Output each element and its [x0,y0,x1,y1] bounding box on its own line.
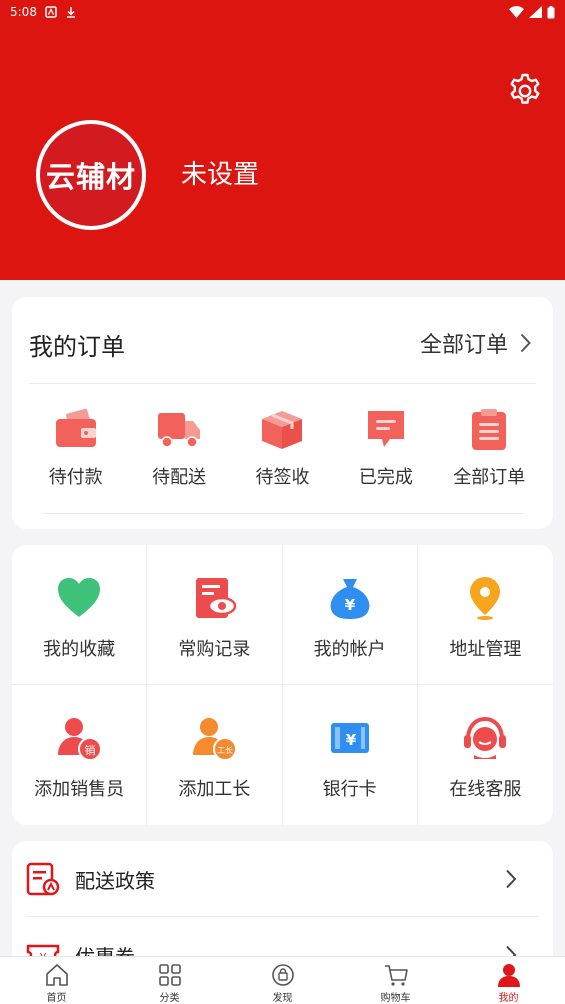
svg-text:¥: ¥ [345,731,356,749]
avatar-logo-text: 云辅材 [45,160,136,194]
message-icon [367,411,404,447]
nav-label: 发现 [272,993,293,1004]
category-icon [158,964,181,986]
bank-card-icon: ¥ [330,723,369,753]
grid-item-label: 添加工长 [178,779,251,800]
nav-label: 分类 [159,993,180,1004]
salesperson-icon: 销 [58,718,103,761]
services-grid-card: 我的收藏 常购记录 ¥ 我的帐户 地址管理 销 添加销售员 工长 添加工长 ¥ … [12,545,553,825]
wallet-icon [55,408,96,447]
order-status-completed[interactable]: 已完成 [342,407,430,489]
nav-profile[interactable]: 我的 [452,957,565,1004]
cart-icon [384,965,408,986]
heart-icon [58,578,101,617]
grid-item-label: 常购记录 [178,639,251,660]
nav-cart[interactable]: 购物车 [339,957,452,1004]
nav-label: 购物车 [380,993,411,1004]
download-icon [66,7,75,18]
order-status-pending-delivery[interactable]: 待配送 [135,407,223,489]
signal-icon [529,6,542,18]
username[interactable]: 未设置 [181,154,259,191]
salesperson-badge-text: 销 [85,743,96,757]
all-orders-link[interactable]: 全部订单 [420,327,531,359]
grid-item-label: 地址管理 [449,639,522,660]
truck-icon [158,413,201,448]
list-item-delivery-policy[interactable]: 配送政策 [12,841,553,917]
order-status-pending-receipt[interactable]: 待签收 [238,407,326,489]
orders-title: 我的订单 [29,333,125,361]
foreman-badge-text: 工长 [217,745,233,755]
order-status-label: 已完成 [358,467,413,488]
chevron-right-icon [520,333,531,353]
order-status-label: 待配送 [152,467,207,488]
grid-item-label: 添加销售员 [34,779,125,800]
grid-item-label: 我的帐户 [313,639,386,660]
nav-label: 首页 [46,993,67,1004]
nav-label: 我的 [498,993,519,1004]
user-icon [497,964,520,987]
status-bar: 5:08 [0,0,565,24]
all-orders-label: 全部订单 [419,333,508,358]
order-status-label: 全部订单 [453,467,526,488]
bottom-nav: 首页 分类 发现 购物车 我的 [0,956,565,1004]
grid-item-label: 在线客服 [449,779,522,800]
wifi-icon [509,6,524,18]
list-item-label: 配送政策 [75,868,155,893]
chevron-right-icon [506,869,517,889]
clipboard-icon [472,409,507,450]
discover-icon [271,964,294,986]
grid-item-favorites[interactable]: 我的收藏 [12,545,148,685]
svg-text:¥: ¥ [344,596,355,614]
grid-item-bank-card[interactable]: ¥ 银行卡 [283,685,418,825]
notification-icon [45,6,57,18]
battery-icon [547,5,555,18]
package-icon [262,411,303,449]
location-pin-icon [470,577,501,620]
nav-home[interactable]: 首页 [0,957,113,1004]
grid-item-add-salesperson[interactable]: 销 添加销售员 [12,685,148,825]
delivery-policy-icon [26,862,60,896]
nav-category[interactable]: 分类 [113,957,226,1004]
money-bag-icon: ¥ [330,579,370,619]
headset-icon [464,716,507,759]
status-time: 5:08 [10,5,37,19]
order-status-all[interactable]: 全部订单 [445,407,533,489]
grid-item-add-foreman[interactable]: 工长 添加工长 [147,685,283,825]
nav-discover[interactable]: 发现 [226,957,339,1004]
foreman-icon: 工长 [193,718,238,761]
orders-bottom-divider [42,513,523,514]
grid-item-label: 银行卡 [322,779,377,800]
grid-item-purchase-history[interactable]: 常购记录 [147,545,283,685]
grid-item-label: 我的收藏 [43,639,116,660]
grid-item-address-management[interactable]: 地址管理 [417,545,553,685]
home-icon [45,964,68,986]
order-status-label: 待付款 [48,467,103,488]
grid-item-online-support[interactable]: 在线客服 [418,685,553,825]
order-status-pending-payment[interactable]: 待付款 [32,407,120,489]
order-status-label: 待签收 [255,467,310,488]
settings-gear-icon[interactable] [507,72,543,108]
orders-divider [29,383,536,384]
avatar[interactable]: 云辅材 [36,120,146,230]
record-eye-icon [196,578,237,618]
grid-item-my-account[interactable]: ¥ 我的帐户 [282,545,418,685]
orders-card: 我的订单 全部订单 待付款 待配送 待签收 已完成 全部订单 [12,297,553,529]
